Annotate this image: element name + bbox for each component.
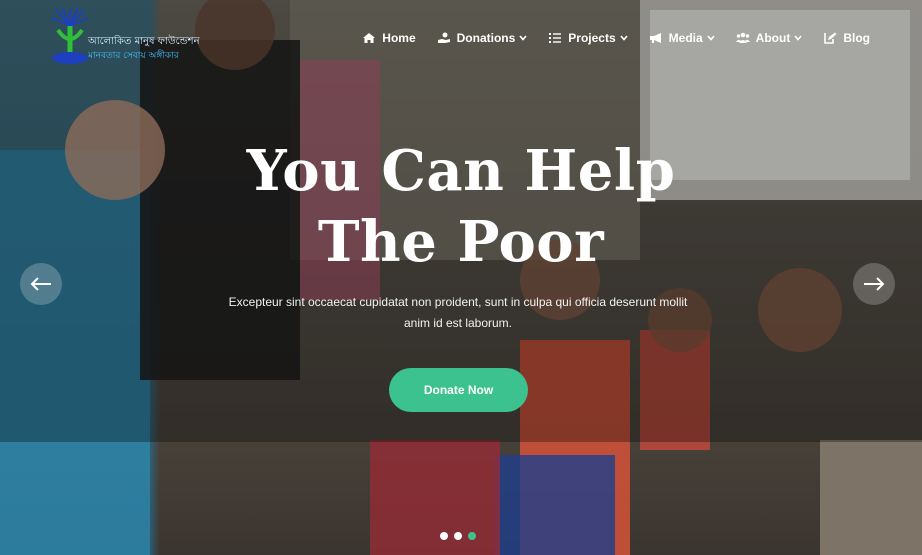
hero-description: Excepteur sint occaecat cupidatat non pr… <box>220 292 696 334</box>
chevron-down-icon <box>620 35 628 41</box>
hero-headline-line2: The Poor <box>317 209 605 275</box>
hero-slider: আলোকিত মানুষ ফাউন্ডেশন মানবতার সেবায় অঙ… <box>0 0 922 555</box>
slider-dot-3[interactable] <box>468 532 476 540</box>
nav-home[interactable]: Home <box>362 31 416 45</box>
hero-description-line1: Excepteur sint occaecat cupidatat non pr… <box>228 295 688 309</box>
arrow-right-icon <box>864 277 885 291</box>
chevron-down-icon <box>794 35 802 41</box>
blog-icon <box>824 32 837 44</box>
slider-pagination <box>440 532 476 540</box>
chevron-down-icon <box>707 35 715 41</box>
tree-logo-icon <box>51 7 89 64</box>
home-icon <box>363 33 376 43</box>
donation-hand-icon <box>437 32 450 43</box>
hero-headline: You Can Help The Poor <box>0 136 922 278</box>
chevron-down-icon <box>519 35 527 41</box>
nav-blog-label: Blog <box>843 31 870 45</box>
nav-about[interactable]: About <box>735 31 803 45</box>
nav-projects-label: Projects <box>568 31 616 45</box>
nav-donations[interactable]: Donations <box>437 31 528 45</box>
nav-home-label: Home <box>382 31 416 45</box>
nav-media[interactable]: Media <box>649 31 715 45</box>
slider-dot-2[interactable] <box>454 532 462 540</box>
megaphone-icon <box>649 33 661 43</box>
slider-next-button[interactable] <box>853 263 895 305</box>
slider-dot-1[interactable] <box>440 532 448 540</box>
nav-about-label: About <box>755 31 791 45</box>
main-navigation: Home Donations Projects Media About Blog <box>362 31 870 45</box>
nav-media-label: Media <box>668 31 703 45</box>
donate-now-button[interactable]: Donate Now <box>389 368 528 412</box>
nav-donations-label: Donations <box>456 31 516 45</box>
site-logo[interactable]: আলোকিত মানুষ ফাউন্ডেশন মানবতার সেবায় অঙ… <box>50 7 200 66</box>
arrow-left-icon <box>30 277 51 291</box>
hero-headline-line1: You Can Help <box>246 138 676 204</box>
logo-tagline: মানবতার সেবায় অঙ্গীকার <box>88 51 179 61</box>
nav-blog[interactable]: Blog <box>823 31 870 45</box>
nav-projects[interactable]: Projects <box>548 31 628 45</box>
list-icon <box>549 33 562 43</box>
hero-description-line2: anim id est laborum. <box>403 316 513 330</box>
slider-prev-button[interactable] <box>20 263 62 305</box>
users-icon <box>735 32 750 43</box>
